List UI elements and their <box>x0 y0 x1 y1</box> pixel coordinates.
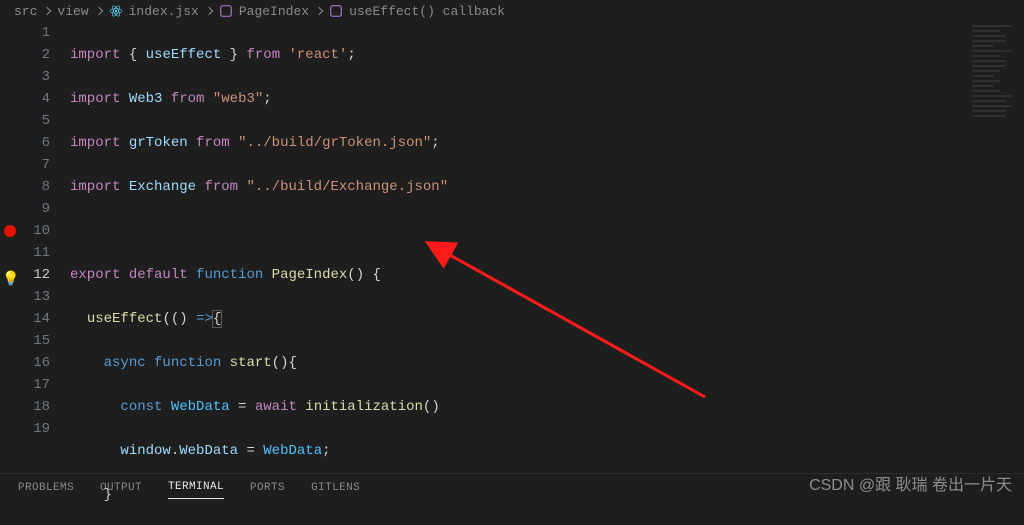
line-number: 6 <box>20 132 50 154</box>
code-line: } <box>70 484 1024 506</box>
breadcrumb-seg-callback[interactable]: useEffect() callback <box>349 4 505 19</box>
chevron-right-icon <box>315 4 323 19</box>
breadcrumb-seg-func[interactable]: PageIndex <box>239 4 309 19</box>
code-line: useEffect(() =>{ <box>70 308 1024 330</box>
line-number: 7 <box>20 154 50 176</box>
breadcrumb-seg-view[interactable]: view <box>57 4 88 19</box>
line-number: 15 <box>20 330 50 352</box>
breadcrumb-seg-file[interactable]: index.jsx <box>129 4 199 19</box>
code-line: window.WebData = WebData; <box>70 440 1024 462</box>
line-number: 17 <box>20 374 50 396</box>
line-number: 14 <box>20 308 50 330</box>
line-number: 11 <box>20 242 50 264</box>
code-line: import Exchange from "../build/Exchange.… <box>70 176 1024 198</box>
line-number: 2 <box>20 44 50 66</box>
code-line <box>70 220 1024 242</box>
code-line: const WebData = await initialization() <box>70 396 1024 418</box>
lightbulb-icon[interactable]: 💡 <box>2 271 20 288</box>
chevron-right-icon <box>43 4 51 19</box>
line-number: 13 <box>20 286 50 308</box>
tab-problems[interactable]: PROBLEMS <box>18 477 74 499</box>
line-number: 8 <box>20 176 50 198</box>
breakpoint-gutter[interactable]: 💡 <box>0 22 20 473</box>
line-number: 5 <box>20 110 50 132</box>
react-file-icon <box>109 4 123 18</box>
code-line: import { useEffect } from 'react'; <box>70 44 1024 66</box>
line-number: 3 <box>20 66 50 88</box>
line-number: 10 <box>20 220 50 242</box>
breadcrumb: src view index.jsx PageIndex useEffect()… <box>0 0 1024 22</box>
line-number: 9 <box>20 198 50 220</box>
chevron-right-icon <box>95 4 103 19</box>
line-number: 12 <box>20 264 50 286</box>
symbol-function-icon <box>219 4 233 18</box>
code-line: async function start(){ <box>70 352 1024 374</box>
code-line: import grToken from "../build/grToken.js… <box>70 132 1024 154</box>
code-line: export default function PageIndex() { <box>70 264 1024 286</box>
line-number: 4 <box>20 88 50 110</box>
breadcrumb-seg-src[interactable]: src <box>14 4 37 19</box>
line-number: 16 <box>20 352 50 374</box>
breakpoint-icon[interactable] <box>4 225 16 237</box>
symbol-callback-icon <box>329 4 343 18</box>
minimap[interactable] <box>966 22 1024 473</box>
line-number: 1 <box>20 22 50 44</box>
code-line: import Web3 from "web3"; <box>70 88 1024 110</box>
code-editor[interactable]: 💡 1 2 3 4 5 6 7 8 9 10 11 12 13 14 15 16… <box>0 22 1024 473</box>
line-number: 19 <box>20 418 50 440</box>
chevron-right-icon <box>205 4 213 19</box>
line-number-gutter: 1 2 3 4 5 6 7 8 9 10 11 12 13 14 15 16 1… <box>20 22 64 473</box>
code-content[interactable]: import { useEffect } from 'react'; impor… <box>64 22 1024 473</box>
line-number: 18 <box>20 396 50 418</box>
